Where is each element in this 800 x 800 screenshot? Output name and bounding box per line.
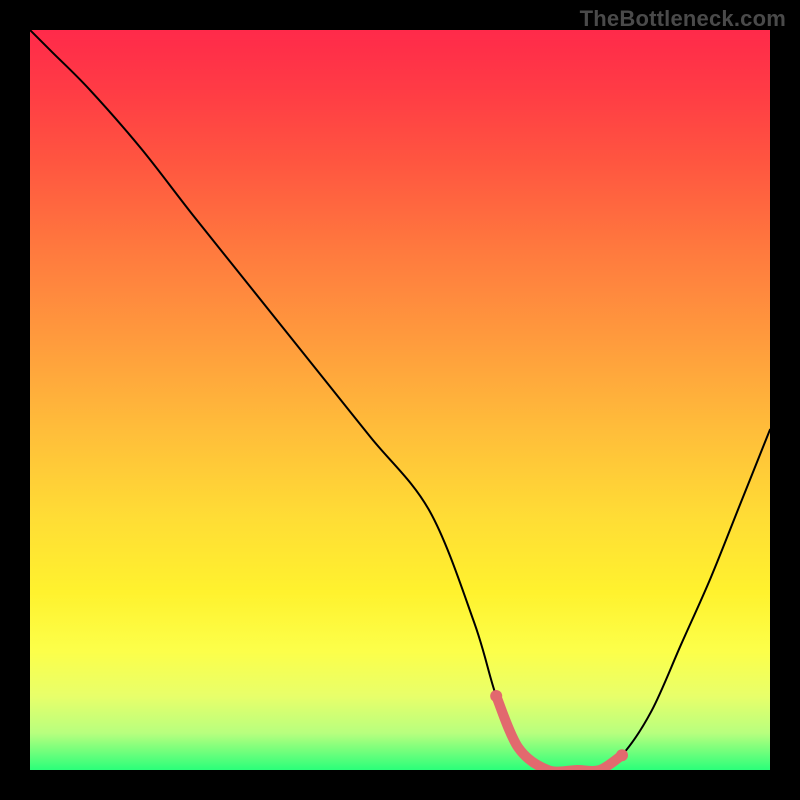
- plot-area: [30, 30, 770, 770]
- highlight-endpoint-right: [616, 749, 628, 761]
- chart-frame: TheBottleneck.com: [0, 0, 800, 800]
- highlight-endpoint-left: [490, 690, 502, 702]
- bottleneck-curve: [30, 30, 770, 770]
- watermark-text: TheBottleneck.com: [580, 6, 786, 32]
- chart-series: [30, 30, 770, 770]
- highlight-segment: [496, 696, 622, 770]
- chart-overlay: [30, 30, 770, 770]
